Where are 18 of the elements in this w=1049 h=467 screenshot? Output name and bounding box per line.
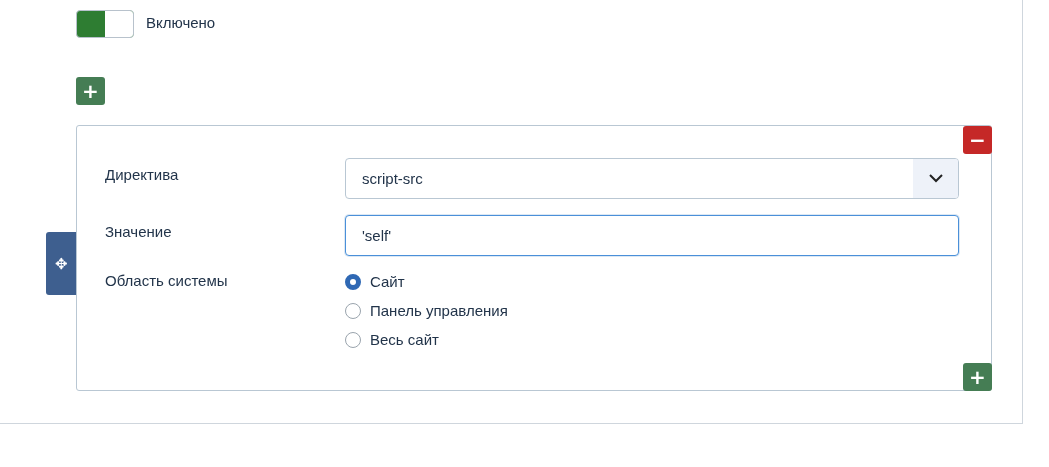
add-button[interactable]: + [76, 77, 105, 105]
radio-button[interactable] [345, 302, 361, 319]
field-label: Значение [105, 222, 173, 240]
drag-handle[interactable]: ✥ [46, 232, 76, 295]
remove-button[interactable]: − [963, 126, 992, 154]
radio-label[interactable]: Панель управления [370, 301, 508, 320]
radio-label[interactable]: Сайт [370, 272, 405, 291]
radio-button[interactable] [345, 331, 361, 348]
field-label: Директива [105, 165, 180, 183]
radio-button[interactable] [345, 273, 361, 290]
chevron-icon [928, 174, 943, 183]
field-label: Область системы [105, 272, 229, 289]
toggle-switch[interactable] [76, 10, 134, 38]
add-button[interactable]: + [963, 363, 992, 391]
value-input[interactable]: 'self' [345, 215, 959, 256]
toggle-label: Включено [146, 13, 216, 31]
directive-select[interactable]: script-src [345, 158, 959, 199]
radio-label[interactable]: Весь сайт [370, 330, 439, 349]
